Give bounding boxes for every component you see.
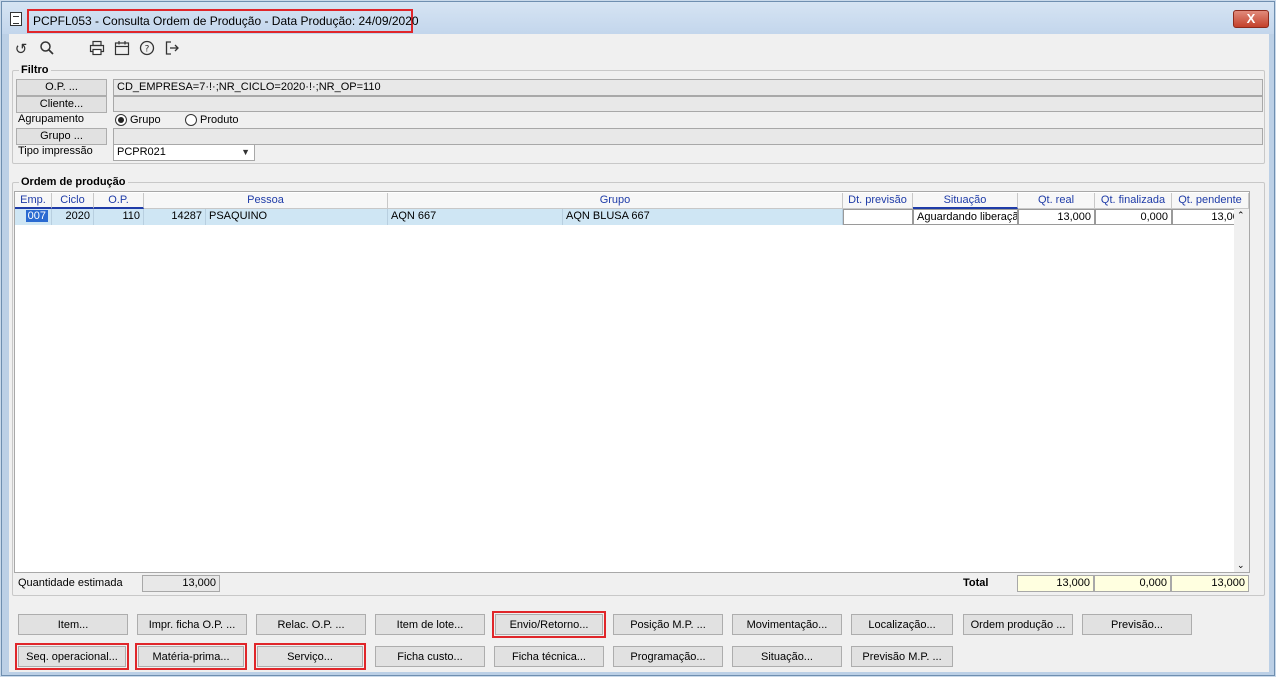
window-title: PCPFL053 - Consulta Ordem de Produção - … xyxy=(27,9,419,33)
cell-emp[interactable]: 007 xyxy=(15,209,52,225)
col-emp[interactable]: Emp. xyxy=(15,193,52,209)
movimentacao-button[interactable]: Movimentação... xyxy=(732,614,842,635)
cell-situacao[interactable]: Aguardando liberação xyxy=(913,209,1018,225)
quantidade-estimada-label: Quantidade estimada xyxy=(18,577,123,589)
orders-table: Emp. Ciclo O.P. Pessoa Grupo Dt. previsã… xyxy=(14,191,1250,573)
impr-ficha-op-button[interactable]: Impr. ficha O.P. ... xyxy=(137,614,247,635)
relac-op-button[interactable]: Relac. O.P. ... xyxy=(256,614,366,635)
previsao-mp-button[interactable]: Previsão M.P. ... xyxy=(851,646,953,667)
agrupamento-label: Agrupamento xyxy=(18,113,85,125)
ordem-legend: Ordem de produção xyxy=(21,176,126,188)
cliente-filter-field[interactable] xyxy=(113,96,1263,112)
localizacao-button[interactable]: Localização... xyxy=(851,614,953,635)
previsao-button[interactable]: Previsão... xyxy=(1082,614,1192,635)
servico-button[interactable]: Serviço... xyxy=(254,643,366,670)
ficha-custo-button[interactable]: Ficha custo... xyxy=(375,646,485,667)
refresh-icon[interactable]: ↺ xyxy=(11,40,31,60)
col-ciclo[interactable]: Ciclo xyxy=(52,193,94,209)
cell-qt-real[interactable]: 13,000 xyxy=(1018,209,1095,225)
cliente-button[interactable]: Cliente... xyxy=(16,96,107,113)
col-qt-finalizada[interactable]: Qt. finalizada xyxy=(1095,193,1172,209)
total-qt-real: 13,000 xyxy=(1017,575,1094,592)
vertical-scrollbar[interactable]: ⌃ ⌄ xyxy=(1234,209,1249,572)
chevron-down-icon[interactable]: ⌄ xyxy=(1237,560,1245,571)
ordem-producao-button[interactable]: Ordem produção ... xyxy=(963,614,1073,635)
col-situacao[interactable]: Situação xyxy=(913,193,1018,209)
document-icon xyxy=(10,12,22,26)
toolbar: ↺ ? xyxy=(9,34,1269,62)
item-de-lote-button[interactable]: Item de lote... xyxy=(375,614,485,635)
calendar-icon[interactable] xyxy=(112,40,132,60)
ficha-tecnica-button[interactable]: Ficha técnica... xyxy=(494,646,604,667)
col-qt-pendente[interactable]: Qt. pendente xyxy=(1172,193,1249,209)
total-qt-pendente: 13,000 xyxy=(1171,575,1249,592)
radio-grupo[interactable] xyxy=(115,114,127,126)
cell-ciclo[interactable]: 2020 xyxy=(52,209,94,225)
col-grupo[interactable]: Grupo xyxy=(388,193,843,209)
grupo-filter-field[interactable] xyxy=(113,128,1263,145)
total-label: Total xyxy=(963,577,989,589)
exit-icon[interactable] xyxy=(162,40,182,60)
search-icon[interactable] xyxy=(37,40,57,60)
cell-qt-finalizada[interactable]: 0,000 xyxy=(1095,209,1172,225)
tipo-impressao-select[interactable]: PCPR021 ▼ xyxy=(113,144,255,161)
programacao-button[interactable]: Programação... xyxy=(613,646,723,667)
col-qt-real[interactable]: Qt. real xyxy=(1018,193,1095,209)
seq-operacional-button[interactable]: Seq. operacional... xyxy=(15,643,129,670)
col-dt-previsao[interactable]: Dt. previsão xyxy=(843,193,913,209)
op-button[interactable]: O.P. ... xyxy=(16,79,107,96)
main-content: ↺ ? Filtro O.P. ... CD_EMPRESA=7·!·;NR_C… xyxy=(9,34,1269,672)
grupo-button[interactable]: Grupo ... xyxy=(16,128,107,145)
chevron-up-icon[interactable]: ⌃ xyxy=(1237,210,1245,221)
col-op[interactable]: O.P. xyxy=(94,193,144,209)
radio-produto[interactable] xyxy=(185,114,197,126)
materia-prima-button[interactable]: Matéria-prima... xyxy=(135,643,247,670)
cell-pessoa-nome[interactable]: PSAQUINO xyxy=(206,209,388,225)
title-bar: PCPFL053 - Consulta Ordem de Produção - … xyxy=(2,2,1274,34)
cell-pessoa-codigo[interactable]: 14287 xyxy=(144,209,206,225)
cell-op[interactable]: 110 xyxy=(94,209,144,225)
op-filter-field[interactable]: CD_EMPRESA=7·!·;NR_CICLO=2020·!·;NR_OP=1… xyxy=(113,79,1263,96)
envio-retorno-button[interactable]: Envio/Retorno... xyxy=(492,611,606,638)
posicao-mp-button[interactable]: Posição M.P. ... xyxy=(613,614,723,635)
radio-grupo-label[interactable]: Grupo xyxy=(130,114,161,126)
tipo-impressao-label: Tipo impressão xyxy=(18,145,93,157)
item-button[interactable]: Item... xyxy=(18,614,128,635)
col-pessoa[interactable]: Pessoa xyxy=(144,193,388,209)
table-row[interactable]: 007 2020 110 14287 PSAQUINO AQN 667 AQN … xyxy=(15,209,1249,225)
filter-legend: Filtro xyxy=(21,64,49,76)
situacao-button[interactable]: Situação... xyxy=(732,646,842,667)
cell-dt-previsao[interactable] xyxy=(843,209,913,225)
tipo-impressao-value: PCPR021 xyxy=(117,146,166,158)
cell-grupo-codigo[interactable]: AQN 667 xyxy=(388,209,563,225)
svg-text:?: ? xyxy=(145,45,150,55)
help-icon[interactable]: ? xyxy=(137,40,157,60)
total-qt-finalizada: 0,000 xyxy=(1094,575,1171,592)
app-window: PCPFL053 - Consulta Ordem de Produção - … xyxy=(1,1,1275,676)
cell-emp-value[interactable]: 007 xyxy=(25,210,48,222)
chevron-down-icon: ▼ xyxy=(241,147,250,157)
quantidade-estimada-field: 13,000 xyxy=(142,575,220,592)
print-icon[interactable] xyxy=(87,40,107,60)
radio-produto-label[interactable]: Produto xyxy=(200,114,239,126)
cell-grupo-nome[interactable]: AQN BLUSA 667 xyxy=(563,209,843,225)
close-button[interactable]: X xyxy=(1233,10,1269,28)
